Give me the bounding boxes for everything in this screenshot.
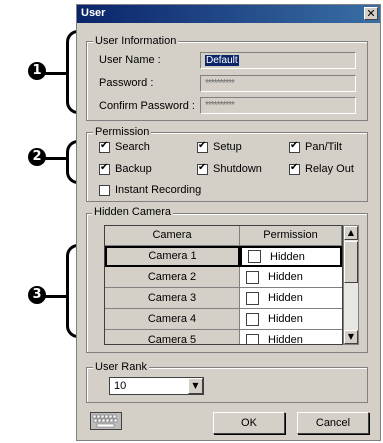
checkbox-label: Backup — [115, 163, 152, 175]
user-name-field[interactable]: Default — [200, 52, 356, 69]
checkbox-label: Setup — [213, 141, 242, 153]
title-bar[interactable]: User ✕ — [77, 5, 380, 23]
checkbox-box — [197, 140, 208, 153]
hidden-checkbox[interactable] — [246, 291, 259, 305]
scroll-thumb[interactable] — [344, 241, 358, 283]
hidden-checkbox[interactable] — [246, 312, 259, 326]
instant-recording-checkbox[interactable]: Instant Recording — [99, 184, 201, 196]
hidden-checkbox[interactable] — [246, 270, 259, 284]
confirm-password-field[interactable]: ********** — [200, 97, 356, 114]
camera-cell: Camera 2 — [105, 267, 240, 288]
checkbox-label: Instant Recording — [115, 184, 202, 196]
search-checkbox[interactable]: Search — [99, 140, 150, 153]
group-title: Hidden Camera — [92, 206, 174, 219]
checkbox-box — [99, 162, 110, 175]
camera-cell: Camera 4 — [105, 309, 240, 330]
checkbox-box — [99, 140, 110, 153]
cancel-button[interactable]: Cancel — [297, 412, 369, 434]
marker-1: 1 — [28, 62, 46, 80]
group-title: Permission — [93, 126, 152, 139]
checkbox-label: Search — [115, 141, 150, 153]
ok-button[interactable]: OK — [213, 412, 285, 434]
table-row[interactable]: Camera 3 Hidden — [105, 288, 342, 309]
bracket-tick — [44, 157, 66, 160]
column-header-camera[interactable]: Camera — [105, 226, 240, 246]
close-button[interactable]: ✕ — [364, 7, 378, 20]
page: 1 2 3 User ✕ User Information User Name … — [0, 0, 383, 443]
dialog-title: User — [81, 7, 106, 19]
permission-cell[interactable]: Hidden — [240, 246, 342, 267]
table-row[interactable]: Camera 2 Hidden — [105, 267, 342, 288]
table-scrollbar[interactable]: ▲ ▼ — [343, 225, 359, 345]
table-row[interactable]: Camera 1 Hidden — [105, 246, 342, 267]
user-dialog: User ✕ User Information User Name : Defa… — [76, 4, 381, 441]
checkbox-box — [197, 162, 208, 175]
group-title: User Information — [93, 35, 179, 48]
password-label: Password : — [99, 77, 154, 89]
checkbox-box — [289, 162, 300, 175]
user-rank-select[interactable]: 10 ▼ — [109, 377, 204, 395]
permission-group: Permission Search Setup Pan/Tilt Backup … — [86, 126, 368, 202]
camera-cell: Camera 1 — [105, 246, 240, 267]
marker-3: 3 — [28, 286, 46, 304]
camera-cell: Camera 3 — [105, 288, 240, 309]
permission-label: Hidden — [268, 292, 303, 304]
checkbox-box — [289, 140, 300, 153]
confirm-password-label: Confirm Password : — [99, 100, 195, 112]
permission-cell[interactable]: Hidden — [240, 309, 342, 330]
checkbox-box — [99, 184, 110, 196]
table-row[interactable]: Camera 5 Hidden — [105, 330, 342, 345]
user-information-group: User Information User Name : Default Pas… — [86, 35, 368, 121]
bracket-tick — [44, 72, 66, 75]
keyboard-icon[interactable] — [90, 412, 122, 430]
permission-cell[interactable]: Hidden — [240, 330, 342, 345]
permission-label: Hidden — [268, 271, 303, 283]
chevron-down-icon[interactable]: ▼ — [188, 378, 203, 394]
relay-out-checkbox[interactable]: Relay Out — [289, 162, 354, 175]
permission-label: Hidden — [268, 313, 303, 325]
backup-checkbox[interactable]: Backup — [99, 162, 152, 175]
password-field[interactable]: ********** — [200, 75, 356, 92]
checkbox-label: Shutdown — [213, 163, 262, 175]
checkbox-label: Relay Out — [305, 163, 354, 175]
scroll-up-button[interactable]: ▲ — [344, 226, 358, 240]
permission-label: Hidden — [268, 334, 303, 345]
group-title: User Rank — [93, 361, 149, 374]
setup-checkbox[interactable]: Setup — [197, 140, 242, 153]
hidden-checkbox[interactable] — [246, 333, 259, 344]
permission-cell[interactable]: Hidden — [240, 267, 342, 288]
marker-2: 2 — [28, 148, 46, 166]
user-rank-value: 10 — [114, 380, 127, 392]
camera-cell: Camera 5 — [105, 330, 240, 344]
bracket-tick — [44, 295, 66, 298]
user-name-value: Default — [205, 55, 239, 66]
scroll-down-button[interactable]: ▼ — [344, 330, 358, 344]
pan-tilt-checkbox[interactable]: Pan/Tilt — [289, 140, 342, 153]
close-icon: ✕ — [366, 7, 376, 20]
column-header-permission[interactable]: Permission — [240, 226, 342, 246]
checkbox-label: Pan/Tilt — [305, 141, 342, 153]
hidden-camera-table: Camera Permission Camera 1 Hidden Camera… — [104, 225, 343, 345]
shutdown-checkbox[interactable]: Shutdown — [197, 162, 262, 175]
table-row[interactable]: Camera 4 Hidden — [105, 309, 342, 330]
hidden-checkbox[interactable] — [248, 250, 261, 263]
permission-label: Hidden — [270, 250, 305, 263]
permission-cell[interactable]: Hidden — [240, 288, 342, 309]
table-header: Camera Permission — [105, 226, 342, 246]
user-name-label: User Name : — [99, 54, 161, 66]
